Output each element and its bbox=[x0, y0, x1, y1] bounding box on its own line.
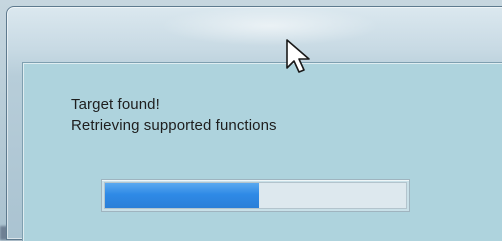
status-message: Target found! Retrieving supported funct… bbox=[71, 94, 277, 136]
progress-fill bbox=[105, 183, 259, 208]
progress-dialog: Target found! Retrieving supported funct… bbox=[22, 62, 502, 241]
mouse-pointer-icon bbox=[286, 39, 310, 73]
progress-track bbox=[104, 182, 407, 209]
status-line-target-found: Target found! bbox=[71, 96, 160, 113]
title-bar-glow bbox=[160, 6, 380, 46]
status-line-retrieving: Retrieving supported functions bbox=[71, 117, 277, 134]
progress-bar bbox=[101, 179, 410, 212]
